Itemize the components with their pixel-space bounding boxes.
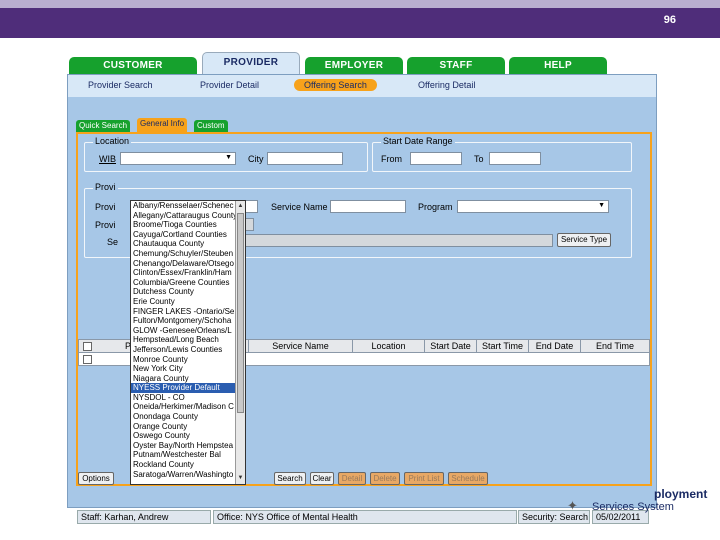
tab-custom[interactable]: Custom (194, 120, 228, 132)
dropdown-option[interactable]: Chenango/Delaware/Otsego (131, 259, 235, 269)
select-all-checkbox[interactable] (83, 342, 92, 351)
dropdown-option[interactable]: Jefferson/Lewis Counties (131, 345, 235, 355)
start-date-range-group: Start Date Range From To (372, 136, 632, 172)
dropdown-option[interactable]: Clinton/Essex/Franklin/Ham (131, 268, 235, 278)
dropdown-option[interactable]: Monroe County (131, 355, 235, 365)
service-name-label: Service Name (271, 202, 328, 212)
logo-mark-icon: ✦ (567, 498, 578, 513)
dropdown-option[interactable]: Saratoga/Warren/Washingto (131, 470, 235, 480)
dropdown-option[interactable]: Onondaga County (131, 412, 235, 422)
wib-dropdown-list[interactable]: Albany/Rensselaer/Schenec Allegany/Cattar… (130, 200, 246, 485)
dropdown-option[interactable]: Niagara County (131, 374, 235, 384)
dropdown-scrollbar[interactable]: ▲ ▼ (235, 201, 245, 484)
dropdown-option[interactable]: Chautauqua County (131, 239, 235, 249)
col-location[interactable]: Location (353, 340, 425, 352)
tab-provider[interactable]: PROVIDER (202, 52, 300, 76)
to-label: To (474, 154, 484, 164)
dropdown-option[interactable]: Fulton/Montgomery/Schoha (131, 316, 235, 326)
status-office: Office: NYS Office of Mental Health (213, 510, 517, 524)
dropdown-option[interactable]: Allegany/Cattaraugus County (131, 211, 235, 221)
delete-button: Delete (370, 472, 400, 485)
status-staff: Staff: Karhan, Andrew (77, 510, 211, 524)
dropdown-option[interactable]: Oneida/Herkimer/Madison C (131, 402, 235, 412)
service-name-input[interactable] (330, 200, 406, 213)
dropdown-option[interactable]: Broome/Tioga Counties (131, 220, 235, 230)
logo-line-1: ployment (654, 487, 708, 501)
city-input[interactable] (267, 152, 343, 165)
options-button[interactable]: Options (78, 472, 114, 485)
search-form: Location WIB ▼ City Start Date Range Fro… (76, 132, 652, 486)
subnav-offering-search[interactable]: Offering Search (294, 79, 377, 91)
dropdown-option[interactable]: New York City (131, 364, 235, 374)
logo-line-2: Services System (592, 501, 674, 513)
wib-select[interactable]: ▼ (120, 152, 236, 165)
dropdown-arrow-icon: ▼ (598, 202, 605, 209)
dropdown-option[interactable]: Chemung/Schuyler/Steuben (131, 249, 235, 259)
to-date-input[interactable] (489, 152, 541, 165)
nyess-logo: ✦ ployment Services System (567, 484, 717, 516)
tab-general-info[interactable]: General Info (137, 118, 188, 132)
location-legend: Location (93, 136, 132, 146)
wib-options: Albany/Rensselaer/Schenec Allegany/Cattar… (131, 201, 235, 479)
app-window: CUSTOMER PROVIDER EMPLOYER STAFF HELP Pr… (67, 52, 657, 524)
schedule-button: Schedule (448, 472, 488, 485)
dropdown-option[interactable]: Columbia/Greene Counties (131, 278, 235, 288)
scrollbar-thumb[interactable] (237, 213, 244, 413)
clear-button[interactable]: Clear (310, 472, 334, 485)
location-group: Location WIB ▼ City (84, 136, 368, 172)
print-list-button: Print List (404, 472, 444, 485)
status-bar: Staff: Karhan, Andrew Office: NYS Office… (77, 510, 651, 525)
dropdown-option[interactable]: Erie County (131, 297, 235, 307)
dropdown-option[interactable]: Hempstead/Long Beach (131, 335, 235, 345)
dropdown-option[interactable]: Rockland County (131, 460, 235, 470)
subnav-provider-search[interactable]: Provider Search (88, 80, 153, 90)
dropdown-option[interactable]: Oswego County (131, 431, 235, 441)
header-strip (0, 0, 720, 8)
slide-header-bar: 96 (0, 0, 720, 38)
main-panel: Provider Search Provider Detail Offering… (67, 74, 657, 524)
wib-label: WIB (99, 154, 116, 164)
service-type-display (230, 234, 553, 247)
dropdown-option[interactable]: Orange County (131, 422, 235, 432)
program-label: Program (418, 202, 453, 212)
dropdown-option[interactable]: Albany/Rensselaer/Schenec (131, 201, 235, 211)
slide: 96 CUSTOMER PROVIDER EMPLOYER STAFF HELP… (0, 0, 720, 540)
dropdown-option[interactable]: NYSDOL - CO (131, 393, 235, 403)
city-label: City (248, 154, 264, 164)
sub-navigation: Provider Search Provider Detail Offering… (68, 75, 656, 97)
dropdown-option[interactable]: FINGER LAKES -Ontario/Se (131, 307, 235, 317)
dropdown-option[interactable]: Dutchess County (131, 287, 235, 297)
provider-legend: Provi (93, 182, 118, 192)
scroll-up-icon[interactable]: ▲ (237, 202, 244, 211)
dropdown-arrow-icon: ▼ (225, 154, 232, 161)
service-type-button[interactable]: Service Type (557, 233, 611, 247)
slide-number: 96 (663, 14, 676, 26)
dropdown-option[interactable]: Putnam/Westchester Bal (131, 450, 235, 460)
subnav-offering-detail[interactable]: Offering Detail (418, 80, 475, 90)
search-button[interactable]: Search (274, 472, 306, 485)
dropdown-option[interactable]: GLOW -Genesee/Orleans/L (131, 326, 235, 336)
col-end-time[interactable]: End Time (581, 340, 649, 352)
from-date-input[interactable] (410, 152, 462, 165)
start-date-range-legend: Start Date Range (381, 136, 455, 146)
row-checkbox[interactable] (83, 355, 92, 364)
col-start-time[interactable]: Start Time (477, 340, 529, 352)
provider-label: Provi (95, 202, 116, 212)
detail-button: Detail (338, 472, 366, 485)
dropdown-option[interactable]: Oyster Bay/North Hempstea (131, 441, 235, 451)
col-end-date[interactable]: End Date (529, 340, 581, 352)
col-service-name[interactable]: Service Name (249, 340, 353, 352)
service-label: Se (107, 237, 119, 247)
program-select[interactable]: ▼ (457, 200, 609, 213)
provider-label-2: Provi (95, 220, 116, 230)
dropdown-option[interactable]: Cayuga/Cortland Counties (131, 230, 235, 240)
main-tabs: CUSTOMER PROVIDER EMPLOYER STAFF HELP (67, 52, 657, 76)
col-start-date[interactable]: Start Date (425, 340, 477, 352)
dropdown-option[interactable]: NYESS Provider Default (131, 383, 235, 393)
tab-quick-search[interactable]: Quick Search (76, 120, 131, 132)
scroll-down-icon[interactable]: ▼ (237, 474, 244, 483)
subnav-provider-detail[interactable]: Provider Detail (200, 80, 259, 90)
from-label: From (381, 154, 402, 164)
